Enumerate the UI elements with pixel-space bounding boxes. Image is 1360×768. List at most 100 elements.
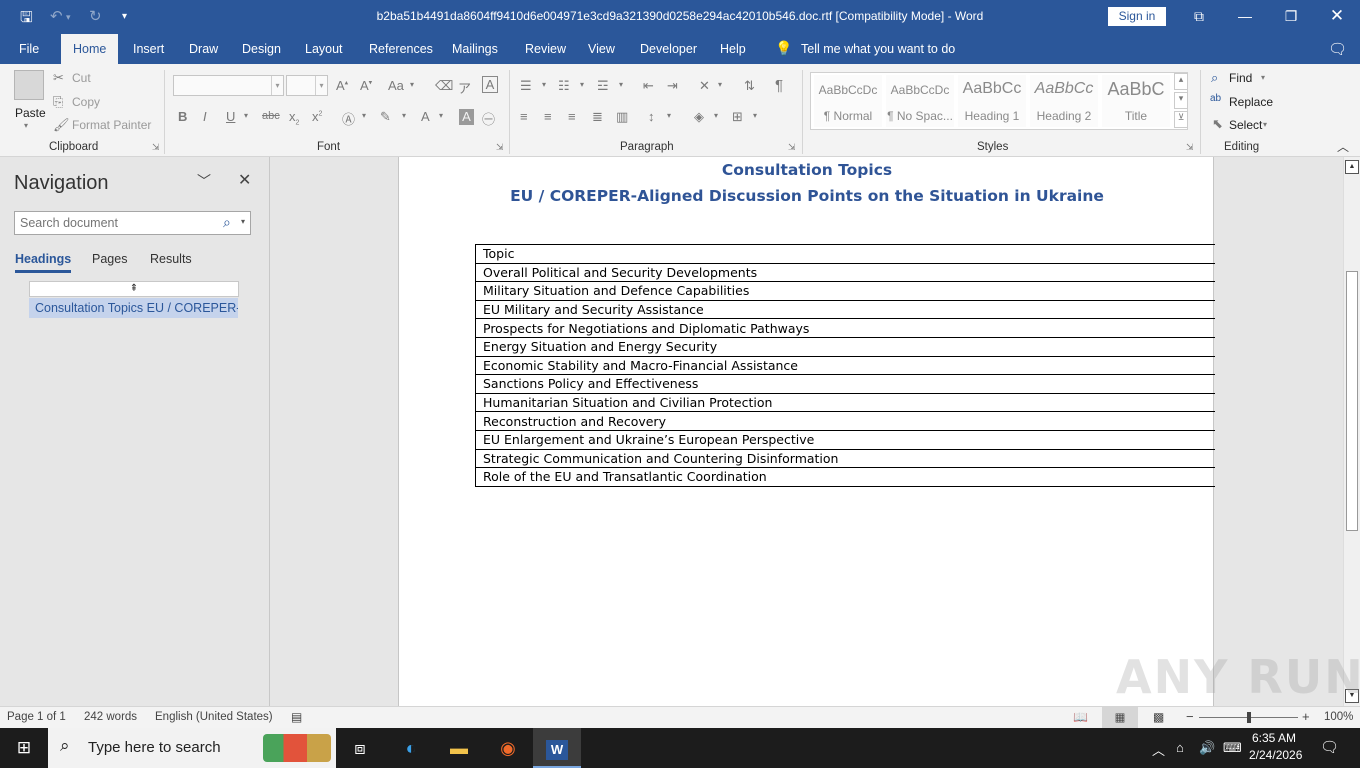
print-layout-icon[interactable]: ▦ — [1102, 707, 1138, 728]
accessibility-icon[interactable]: ▤ — [291, 710, 302, 724]
tab-design[interactable]: Design — [242, 42, 281, 56]
zoom-out-icon[interactable]: − — [1186, 709, 1194, 724]
styles-more-icon[interactable]: ⊻ — [1174, 111, 1188, 128]
clear-formatting-icon[interactable]: ⌫ — [435, 78, 453, 94]
increase-font-size-icon[interactable]: A▴ — [336, 78, 348, 93]
taskbar-search-text[interactable]: Type here to search — [88, 739, 221, 756]
font-size-combo[interactable]: ▾ — [286, 75, 328, 96]
multilevel-list-icon[interactable]: ☲ — [597, 78, 609, 94]
clipboard-launcher-icon[interactable]: ⇲ — [152, 142, 160, 153]
replace-button[interactable]: Replace — [1229, 95, 1273, 109]
table-cell[interactable]: Sanctions Policy and Effectiveness — [475, 374, 1215, 394]
document-page[interactable]: Consultation Topics EU / COREPER-Aligned… — [398, 157, 1215, 706]
numbering-dropdown-icon[interactable]: ▾ — [580, 80, 584, 89]
superscript-icon[interactable]: x2 — [312, 109, 322, 124]
firefox-icon[interactable]: ◉ — [484, 728, 532, 768]
find-button[interactable]: Find — [1229, 71, 1252, 85]
file-explorer-icon[interactable]: ▬ — [435, 728, 483, 768]
volume-icon[interactable]: 🔊 — [1199, 740, 1215, 756]
tab-file[interactable]: File — [19, 42, 39, 56]
styles-launcher-icon[interactable]: ⇲ — [1186, 142, 1194, 153]
select-dropdown-icon[interactable]: ▾ — [1263, 120, 1267, 129]
table-header-cell[interactable]: Topic — [475, 244, 1215, 264]
table-cell[interactable]: Prospects for Negotiations and Diplomati… — [475, 318, 1215, 338]
network-icon[interactable]: ⌂ — [1176, 740, 1184, 755]
underline-icon[interactable]: U — [226, 109, 235, 124]
highlight-icon[interactable]: ✎ — [380, 109, 391, 125]
table-cell[interactable]: Economic Stability and Macro-Financial A… — [475, 355, 1215, 376]
table-cell[interactable]: Overall Political and Security Developme… — [475, 262, 1215, 283]
table-cell[interactable]: Role of the EU and Transatlantic Coordin… — [475, 467, 1215, 487]
close-button[interactable]: ✕ — [1314, 4, 1360, 28]
read-mode-icon[interactable]: 📖 — [1073, 710, 1088, 724]
tab-view[interactable]: View — [588, 42, 615, 56]
comments-icon[interactable]: 🗨 — [1328, 40, 1347, 58]
styles-scroll-down-icon[interactable]: ▾ — [1174, 92, 1188, 109]
redo-icon[interactable]: ↻ — [89, 7, 102, 25]
gifts-icon[interactable] — [263, 734, 331, 762]
font-name-dropdown-icon[interactable]: ▾ — [271, 76, 283, 95]
minimize-button[interactable]: — — [1222, 4, 1268, 28]
language-indicator[interactable]: English (United States) — [155, 711, 273, 723]
zoom-slider-handle[interactable] — [1247, 712, 1251, 723]
bold-icon[interactable]: B — [178, 109, 187, 124]
phonetic-guide-icon[interactable]: ア — [458, 78, 471, 97]
line-spacing-dropdown-icon[interactable]: ▾ — [667, 111, 671, 120]
justify-icon[interactable]: ≣ — [592, 109, 603, 125]
zoom-level[interactable]: 100% — [1324, 711, 1353, 723]
nav-tab-headings[interactable]: Headings — [15, 252, 72, 273]
nav-tab-results[interactable]: Results — [150, 252, 192, 266]
change-case-dropdown-icon[interactable]: ▾ — [410, 80, 414, 89]
numbering-icon[interactable]: ☷ — [558, 78, 570, 94]
text-effects-dropdown-icon[interactable]: ▾ — [362, 111, 366, 120]
select-button[interactable]: Select — [1229, 118, 1262, 132]
web-layout-icon[interactable]: ▩ — [1153, 710, 1164, 724]
distributed-icon[interactable]: ▥ — [616, 109, 628, 125]
multilevel-list-dropdown-icon[interactable]: ▾ — [619, 80, 623, 89]
search-options-dropdown-icon[interactable]: ▾ — [241, 217, 245, 226]
sign-in-button[interactable]: Sign in — [1108, 7, 1166, 26]
scrollbar-thumb[interactable] — [1346, 271, 1358, 531]
chevron-down-icon[interactable]: ﹀ — [197, 171, 211, 191]
ribbon-display-options-icon[interactable]: ⧉ — [1176, 4, 1222, 28]
scroll-up-icon[interactable]: ▲ — [1345, 160, 1359, 174]
taskbar-search[interactable]: ⌕ Type here to search — [48, 728, 336, 768]
word-count[interactable]: 242 words — [84, 711, 137, 723]
style-heading-1[interactable]: AaBbCc Heading 1 — [958, 75, 1026, 127]
find-dropdown-icon[interactable]: ▾ — [1261, 73, 1265, 82]
copy-button[interactable]: Copy — [72, 95, 100, 109]
search-document-field[interactable]: ⌕ ▾ — [14, 211, 251, 235]
paste-icon[interactable] — [14, 70, 44, 100]
vertical-scrollbar[interactable]: ▲ ▼ — [1343, 157, 1360, 706]
bullets-icon[interactable]: ☰ — [520, 78, 532, 94]
nav-tab-pages[interactable]: Pages — [92, 252, 127, 266]
text-effects-icon[interactable]: Ⓐ — [342, 109, 355, 128]
font-launcher-icon[interactable]: ⇲ — [496, 142, 504, 153]
style-normal[interactable]: AaBbCcDc ¶ Normal — [814, 75, 882, 127]
tab-references[interactable]: References — [369, 42, 433, 56]
word-taskbar-icon[interactable]: W — [533, 728, 581, 768]
tab-home[interactable]: Home — [61, 34, 119, 65]
change-case-icon[interactable]: Aa — [388, 78, 404, 93]
undo-icon[interactable]: ↶ — [50, 7, 63, 25]
nav-heading-item[interactable]: Consultation Topics EU / COREPER-... — [29, 298, 238, 318]
font-size-dropdown-icon[interactable]: ▾ — [315, 76, 327, 95]
tray-chevron-up-icon[interactable]: ︿ — [1152, 740, 1165, 759]
shading-dropdown-icon[interactable]: ▾ — [714, 111, 718, 120]
strikethrough-icon[interactable]: abc — [262, 110, 280, 122]
underline-dropdown-icon[interactable]: ▾ — [244, 111, 248, 120]
paste-dropdown-icon[interactable]: ▾ — [24, 121, 28, 130]
table-cell[interactable]: EU Enlargement and Ukraine’s European Pe… — [475, 429, 1215, 450]
character-border-icon[interactable]: A — [482, 76, 498, 93]
tab-help[interactable]: Help — [720, 42, 746, 56]
cut-button[interactable]: Cut — [72, 71, 91, 85]
align-right-icon[interactable]: ≡ — [568, 109, 576, 124]
edge-icon[interactable]: ◐ — [387, 728, 435, 768]
enclose-characters-icon[interactable]: ㊀ — [482, 109, 495, 128]
search-document-input[interactable] — [20, 214, 220, 232]
shading-icon[interactable]: ◈ — [694, 109, 704, 125]
align-left-icon[interactable]: ≡ — [520, 109, 528, 124]
table-cell[interactable]: EU Military and Security Assistance — [475, 299, 1215, 320]
collapse-ribbon-icon[interactable]: ︿ — [1337, 138, 1349, 155]
font-name-combo[interactable]: ▾ — [173, 75, 284, 96]
